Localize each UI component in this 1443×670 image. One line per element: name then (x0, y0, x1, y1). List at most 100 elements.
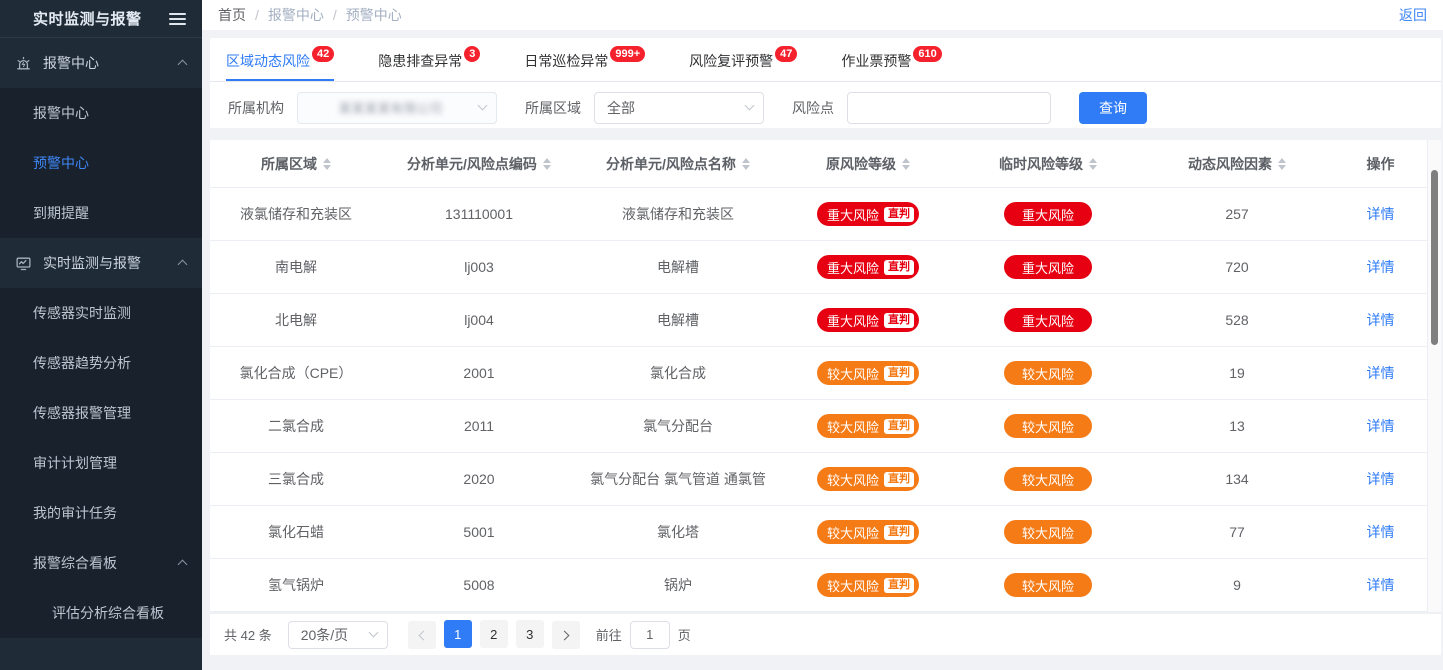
detail-link[interactable]: 详情 (1367, 416, 1395, 436)
orig-risk-label: 较大风险 (827, 576, 879, 595)
sidebar-item[interactable]: 评估分析综合看板 (0, 588, 202, 638)
chevron-up-icon (178, 560, 188, 570)
detail-link[interactable]: 详情 (1367, 257, 1395, 277)
breadcrumb-separator: / (333, 7, 337, 23)
cell-code: 131110001 (382, 188, 576, 240)
sort-icon[interactable] (1278, 158, 1286, 170)
sidebar-item-label: 传感器趋势分析 (33, 353, 131, 373)
table-body: 液氯储存和充装区131110001液氯储存和充装区重大风险直判重大风险257详情… (210, 188, 1441, 612)
sidebar-group-1[interactable]: 报警中心 (0, 38, 202, 88)
orig-risk-badge: 较大风险直判 (817, 361, 919, 385)
sidebar-item-label: 预警中心 (33, 153, 89, 173)
risk-point-input[interactable] (847, 92, 1051, 124)
detail-link[interactable]: 详情 (1367, 575, 1395, 595)
table-row: 氢气锅炉5008锅炉较大风险直判较大风险9详情 (210, 559, 1427, 612)
col-header-label: 临时风险等级 (999, 154, 1083, 174)
sort-icon[interactable] (323, 158, 331, 170)
breadcrumb-item[interactable]: 报警中心 (268, 5, 324, 25)
page-size-select[interactable]: 20条/页 (288, 621, 388, 649)
sidebar-item-label: 传感器报警管理 (33, 403, 131, 423)
tab-4[interactable]: 风险复评预警47 (689, 38, 797, 81)
cell-orig-risk: 较大风险直判 (780, 559, 956, 611)
orig-risk-label: 重大风险 (827, 311, 879, 330)
tab-5[interactable]: 作业票预警610 (841, 38, 941, 81)
caret-down-icon (543, 165, 551, 170)
page-button-3[interactable]: 3 (516, 620, 544, 648)
tab-2[interactable]: 隐患排查异常3 (378, 38, 480, 81)
cell-factor: 9 (1140, 559, 1334, 611)
detail-link[interactable]: 详情 (1367, 204, 1395, 224)
tab-label: 区域动态风险 (226, 53, 310, 69)
table-scrollbar[interactable] (1427, 140, 1441, 612)
cell-factor: 19 (1140, 347, 1334, 399)
goto-page-input[interactable] (630, 621, 670, 649)
sort-icon[interactable] (742, 158, 750, 170)
cell-name: 电解槽 (576, 294, 780, 346)
sidebar-group-2[interactable]: 实时监测与报警 (0, 238, 202, 288)
hamburger-menu-icon[interactable] (169, 13, 186, 25)
col-header-7: 操作 (1334, 140, 1427, 187)
next-page-button[interactable] (552, 621, 580, 649)
cell-code: lj003 (382, 241, 576, 293)
sidebar-item-label: 审计计划管理 (33, 453, 117, 473)
sidebar-item[interactable]: 报警综合看板 (0, 538, 202, 588)
detail-link[interactable]: 详情 (1367, 522, 1395, 542)
col-header-label: 分析单元/风险点名称 (606, 154, 736, 174)
orig-risk-badge: 重大风险直判 (817, 308, 919, 332)
detail-link[interactable]: 详情 (1367, 363, 1395, 383)
cell-area: 北电解 (210, 294, 382, 346)
org-select[interactable]: 某某某某有限公司 (297, 92, 497, 124)
sidebar-item[interactable]: 传感器实时监测 (0, 288, 202, 338)
cell-code: 2020 (382, 453, 576, 505)
temp-risk-badge: 较大风险 (1004, 361, 1092, 385)
main-area: 首页/报警中心/预警中心 返回 区域动态风险42隐患排查异常3日常巡检异常999… (202, 0, 1443, 670)
orig-risk-badge: 较大风险直判 (817, 467, 919, 491)
table-row: 三氯合成2020氯气分配台 氯气管道 通氯管较大风险直判较大风险134详情 (210, 453, 1427, 506)
breadcrumb-bar: 首页/报警中心/预警中心 返回 (202, 0, 1443, 30)
prev-page-button[interactable] (408, 621, 436, 649)
breadcrumb: 首页/报警中心/预警中心 (218, 5, 402, 25)
sidebar-item[interactable]: 到期提醒 (0, 188, 202, 238)
tab-1[interactable]: 区域动态风险42 (226, 38, 334, 81)
caret-up-icon (742, 158, 750, 163)
search-button[interactable]: 查询 (1079, 92, 1147, 124)
pagination-bar: 共 42 条 20条/页 123 前往 页 (210, 612, 1441, 655)
sidebar: 实时监测与报警 报警中心报警中心预警中心到期提醒实时监测与报警传感器实时监测传感… (0, 0, 202, 670)
tabs-filter-card: 区域动态风险42 隐患排查异常3 日常巡检异常999+ 风险复评预警47 作业票预警61… (210, 38, 1441, 128)
cell-orig-risk: 重大风险直判 (780, 294, 956, 346)
sidebar-item[interactable]: 审计计划管理 (0, 438, 202, 488)
back-link[interactable]: 返回 (1399, 5, 1427, 25)
sidebar-item[interactable]: 报警中心 (0, 88, 202, 138)
direct-judge-tag: 直判 (884, 260, 914, 275)
breadcrumb-item[interactable]: 预警中心 (346, 5, 402, 25)
sidebar-item[interactable]: 传感器趋势分析 (0, 338, 202, 388)
detail-link[interactable]: 详情 (1367, 310, 1395, 330)
cell-action: 详情 (1334, 188, 1427, 240)
page-button-1[interactable]: 1 (444, 620, 472, 648)
sidebar-item[interactable]: 我的审计任务 (0, 488, 202, 538)
tab-label: 作业票预警 (841, 53, 911, 69)
table-row: 氯化石蜡5001氯化塔较大风险直判较大风险77详情 (210, 506, 1427, 559)
table-row: 南电解lj003电解槽重大风险直判重大风险720详情 (210, 241, 1427, 294)
tabs-bar: 区域动态风险42 隐患排查异常3 日常巡检异常999+ 风险复评预警47 作业票预警61… (210, 38, 1441, 82)
sort-icon[interactable] (902, 158, 910, 170)
page-button-2[interactable]: 2 (480, 620, 508, 648)
cell-temp-risk: 较大风险 (956, 347, 1140, 399)
cell-orig-risk: 重大风险直判 (780, 188, 956, 240)
detail-link[interactable]: 详情 (1367, 469, 1395, 489)
cell-name: 锅炉 (576, 559, 780, 611)
tab-3[interactable]: 日常巡检异常999+ (524, 38, 645, 81)
sidebar-item[interactable]: 预警中心 (0, 138, 202, 188)
scrollbar-thumb[interactable] (1431, 170, 1438, 345)
area-filter-label: 所属区域 (525, 98, 581, 118)
temp-risk-badge: 较大风险 (1004, 573, 1092, 597)
breadcrumb-item[interactable]: 首页 (218, 5, 246, 25)
sidebar-item[interactable]: 传感器报警管理 (0, 388, 202, 438)
sort-icon[interactable] (1089, 158, 1097, 170)
cell-action: 详情 (1334, 453, 1427, 505)
area-select[interactable]: 全部 (594, 92, 764, 124)
sort-icon[interactable] (543, 158, 551, 170)
caret-down-icon (1278, 165, 1286, 170)
tab-label: 隐患排查异常 (378, 53, 462, 69)
cell-temp-risk: 较大风险 (956, 400, 1140, 452)
